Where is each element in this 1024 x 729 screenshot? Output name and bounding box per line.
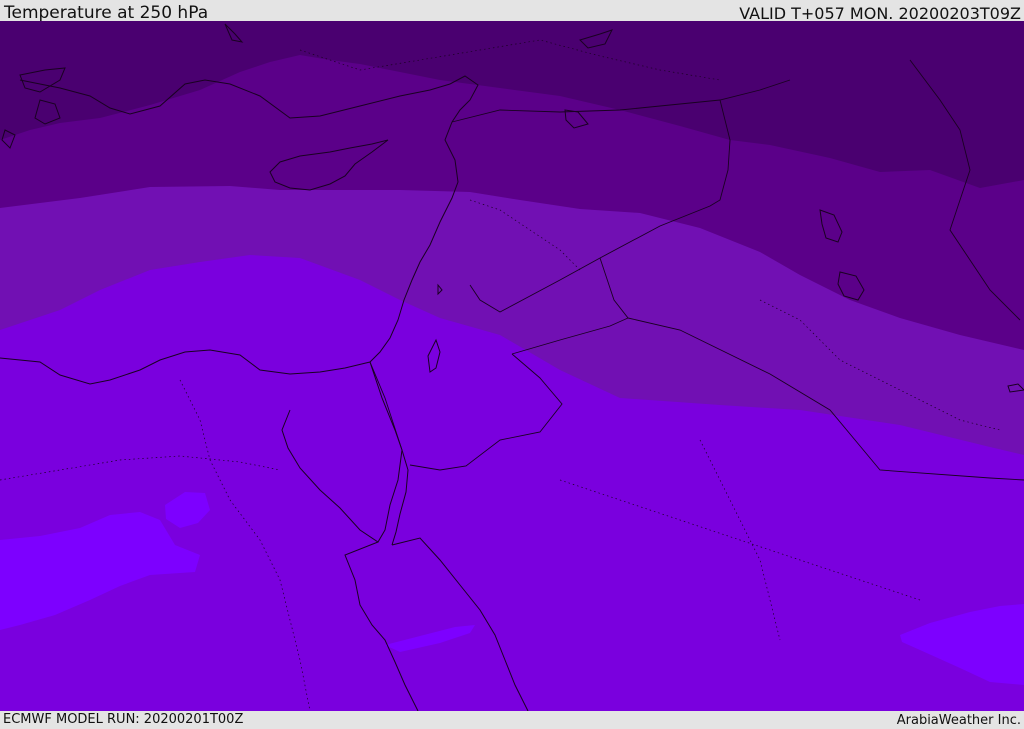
header-bar: Temperature at 250 hPa VALID T+057 MON. … — [0, 0, 1024, 23]
weather-map — [0, 21, 1024, 711]
model-run-label: ECMWF MODEL RUN: 20200201T00Z — [3, 712, 244, 727]
map-title: Temperature at 250 hPa — [4, 3, 209, 23]
credit-label: ArabiaWeather Inc. — [896, 713, 1021, 728]
footer-bar: ECMWF MODEL RUN: 20200201T00Z ArabiaWeat… — [0, 711, 1024, 729]
